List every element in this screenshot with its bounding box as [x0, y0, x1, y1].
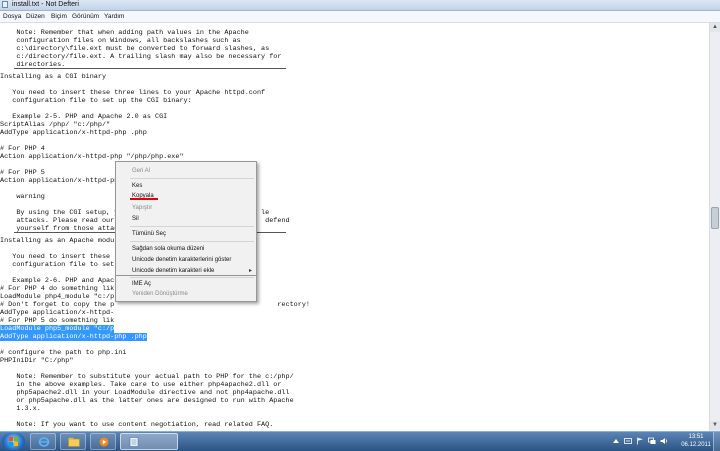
text-editor[interactable]: Note: Remember that when adding path val…: [0, 23, 709, 431]
menu-item-rtl-reading[interactable]: Sağdan sola okuma düzeni: [132, 245, 204, 253]
title-bar[interactable]: install.txt - Not Defteri: [0, 0, 720, 11]
selected-line: AddType application/x-httpd-php .php: [0, 333, 147, 341]
internet-explorer-icon: [38, 437, 50, 447]
selected-text: LoadModule php5_module "c:/p: [0, 325, 115, 333]
taskbar-media-player[interactable]: [90, 433, 116, 450]
menu-item-undo[interactable]: Geri Al: [132, 167, 150, 175]
volume-icon[interactable]: [660, 437, 668, 445]
separator-line: [14, 68, 286, 69]
menu-item-ime-open[interactable]: IME Aç: [132, 280, 151, 288]
notepad-icon: [129, 437, 139, 447]
window-title: install.txt - Not Defteri: [12, 1, 79, 8]
text-line: configuration file to set up the CGI bin…: [0, 97, 192, 105]
text-line: # For PHP 4: [0, 145, 45, 153]
text-line: # configure the path to php.ini: [0, 349, 127, 357]
text-line: c:\directory\file.ext must be converted …: [0, 45, 270, 53]
show-desktop-button[interactable]: [713, 432, 720, 451]
text-line: in the above examples. Take care to use …: [0, 381, 282, 389]
scroll-down-icon[interactable]: ▼: [710, 421, 720, 430]
menu-item-paste[interactable]: Yapıştır: [132, 204, 152, 212]
menu-file[interactable]: Dosya: [3, 11, 21, 22]
text-line: Note: If you want to use content negotia…: [0, 421, 274, 429]
menu-item-insert-unicode[interactable]: Unicode denetim karakteri ekle: [132, 267, 214, 275]
context-menu-lower: IME Aç Yeniden Dönüştürme: [115, 276, 257, 302]
menu-bar: Dosya Düzen Biçim Görünüm Yardım: [0, 11, 720, 23]
scroll-up-icon[interactable]: ▲: [710, 23, 720, 32]
menu-edit[interactable]: Düzen: [26, 11, 45, 22]
text-line: Action application/x-httpd-php "/php/php…: [0, 153, 184, 161]
taskbar-windows-explorer[interactable]: [60, 433, 86, 450]
text-line: # For PHP 5: [0, 169, 45, 177]
scroll-thumb[interactable]: [711, 207, 719, 229]
text-line: You need to insert these three lines to …: [0, 89, 266, 97]
text-line: Note: Remember to substitute your actual…: [0, 373, 294, 381]
taskbar-notepad[interactable]: [120, 433, 178, 450]
text-line: Installing as a CGI binary: [0, 73, 107, 81]
taskbar-internet-explorer[interactable]: [30, 433, 56, 450]
folder-icon: [68, 437, 80, 447]
menu-separator: [130, 277, 254, 278]
menu-item-delete[interactable]: Sil: [132, 215, 139, 223]
text-line: configuration files on Windows, all back…: [0, 37, 241, 45]
action-center-flag-icon[interactable]: [636, 437, 644, 445]
text-line: # For PHP 5 do something lik: [0, 317, 115, 325]
menu-item-show-unicode[interactable]: Unicode denetim karakterlerini göster: [132, 256, 231, 264]
text-line: 1.3.x.: [0, 405, 41, 413]
text-line: AddType application/x-httpd-: [0, 309, 115, 317]
keyboard-language-icon[interactable]: [624, 437, 632, 445]
text-line: ScriptAlias /php/ "c:/php/": [0, 121, 111, 129]
start-button[interactable]: [2, 433, 25, 450]
menu-separator: [130, 226, 254, 227]
context-menu: Geri Al Kes Kopyala Yapıştır Sil Tümünü …: [115, 161, 257, 276]
text-line: # Don't forget to copy the p rectory!: [0, 301, 310, 309]
network-icon[interactable]: [648, 437, 656, 445]
submenu-arrow-icon: ▸: [249, 268, 253, 274]
text-line: Example 2-5. PHP and Apache 2.0 as CGI: [0, 113, 168, 121]
text-line: php5apache2.dll in your LoadModule direc…: [0, 389, 290, 397]
text-line: # For PHP 4 do something lik: [0, 285, 115, 293]
text-line: AddType application/x-httpd-php .php: [0, 129, 147, 137]
menu-format[interactable]: Biçim: [51, 11, 67, 22]
text-line: Note: Remember that when adding path val…: [0, 29, 249, 37]
windows-logo-icon: [9, 437, 18, 446]
text-line: c:/directory/file.ext. A trailing slash …: [0, 53, 282, 61]
text-line: PHPIniDir "C:/php": [0, 357, 74, 365]
notepad-icon: [2, 1, 8, 8]
text-line: or php5apache.dll as the latter ones are…: [0, 397, 294, 405]
menu-item-cut[interactable]: Kes: [132, 182, 142, 190]
menu-view[interactable]: Görünüm: [72, 11, 99, 22]
text-line: Installing as an Apache modu: [0, 237, 115, 245]
menu-separator: [130, 241, 254, 242]
text-line: LoadModule php4_module "c:/p: [0, 293, 115, 301]
annotation-underline: [130, 198, 158, 200]
menu-separator: [130, 178, 254, 179]
menu-item-reconversion[interactable]: Yeniden Dönüştürme: [132, 290, 188, 298]
menu-help[interactable]: Yardım: [104, 11, 124, 22]
clock-time[interactable]: 13:51: [682, 434, 710, 441]
selected-text: AddType application/x-httpd-php .php: [0, 333, 147, 341]
taskbar: 13:51 06.12.2011: [0, 431, 720, 451]
text-line: You need to insert these: [0, 253, 111, 261]
text-line: configuration file to set: [0, 261, 115, 269]
media-player-icon: [99, 437, 109, 447]
selected-line: LoadModule php5_module "c:/p: [0, 325, 115, 333]
text-line: Example 2-6. PHP and Apac: [0, 277, 115, 285]
vertical-scrollbar[interactable]: ▲ ▼: [709, 23, 720, 431]
show-hidden-icons-icon[interactable]: [612, 437, 620, 445]
text-line: warning: [0, 193, 45, 201]
clock-date[interactable]: 06.12.2011: [680, 442, 712, 449]
menu-item-select-all[interactable]: Tümünü Seç: [132, 230, 166, 238]
